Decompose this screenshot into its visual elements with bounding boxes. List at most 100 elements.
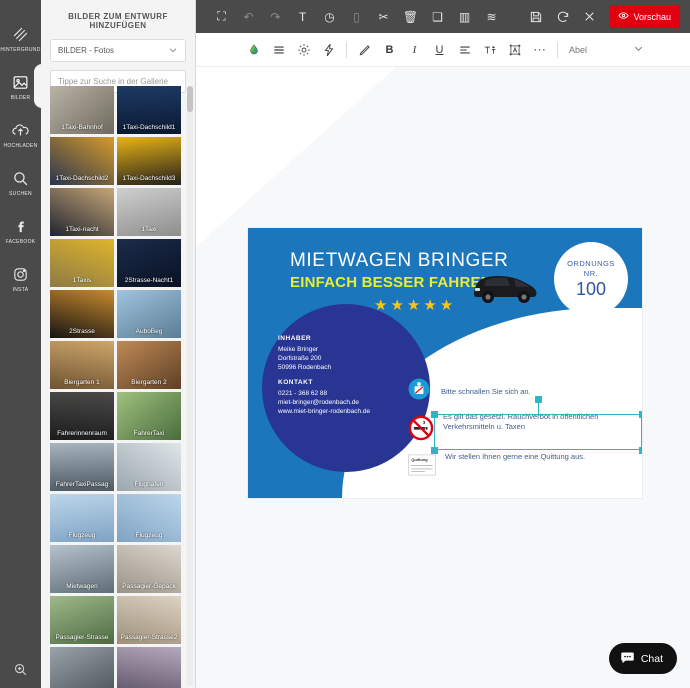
text-frame-icon[interactable] [502,37,527,62]
gallery-thumb[interactable]: Flugzeug [50,494,114,542]
italic-icon[interactable]: I [402,37,427,62]
list-lines-icon[interactable] [266,37,291,62]
more-options-icon[interactable]: ⋯ [527,37,552,62]
gallery-thumb-label: Flugzeug [68,532,96,539]
gallery-thumb[interactable]: Fahrerinnenraum [50,392,114,440]
gallery-thumb[interactable]: 1Taxi-Dachschild3 [117,137,181,185]
feature-row-seatbelt[interactable]: Bitte schnallen Sie sich an. [408,378,531,405]
gallery-thumb[interactable]: Passagier-Strasse [50,596,114,644]
badge-line1: ORDNUNGS [567,258,615,268]
gallery-scrollbar[interactable] [187,86,193,686]
gallery-thumb[interactable]: 1Taxi-Bahnhof [50,86,114,134]
gallery-thumb[interactable]: 2Strasse-Nacht1 [117,239,181,287]
undo-icon[interactable]: ↶ [235,3,262,30]
align-top-icon[interactable]: ▥ [451,3,478,30]
underline-icon[interactable]: U [427,37,452,62]
sidebar-label-bilder: BILDER [10,95,31,101]
zoom-in-icon[interactable] [0,650,41,688]
selection-handle-tl[interactable] [431,411,438,418]
contact-heading: KONTAKT [278,379,313,386]
save-icon[interactable] [522,3,549,30]
gallery-grid[interactable]: 1Taxi-Bahnhof 1Taxi-Dachschild1 1Taxi-Dach… [50,86,181,688]
bold-icon[interactable]: B [377,37,402,62]
gallery-thumb[interactable]: Biergarten 2 [117,341,181,389]
badge-line2: NR. [583,268,599,278]
sidebar-item-insta[interactable]: INSTA [0,254,41,302]
eye-icon [618,10,630,23]
selection-handle-rotate[interactable] [535,396,542,403]
gallery-thumb[interactable]: 1Taxi-Dachschild2 [50,137,114,185]
gallery-thumb-label: FahrerTaxi [133,430,165,437]
facebook-icon [12,215,29,237]
business-card[interactable]: MIETWAGEN BRINGER EINFACH BESSER FAHREN!… [248,228,642,498]
gallery-thumb[interactable]: 1Taxi-nacht [50,188,114,236]
gallery-thumb-label: Biergarten 1 [64,379,100,386]
design-canvas[interactable]: MIETWAGEN BRINGER EINFACH BESSER FAHREN!… [196,67,690,688]
chat-bubble-icon [620,650,635,668]
gallery-thumb-label: AuboBeg [135,328,163,335]
gallery-scrollbar-thumb[interactable] [187,86,193,112]
font-family-select[interactable]: Abel [569,45,587,55]
align-left-icon[interactable] [452,37,477,62]
color-droplet-icon[interactable] [241,37,266,62]
gallery-thumb[interactable]: FahrerTaxi [117,392,181,440]
brightness-icon[interactable] [291,37,316,62]
gallery-thumb[interactable]: AuboBeg [117,290,181,338]
sidebar-label-insta: INSTA [12,287,29,293]
gallery-thumb[interactable]: 2Strasse [50,290,114,338]
card-contact-block[interactable]: INHABER Meike Bringer Dorfstraße 200 509… [278,335,398,416]
chevron-down-icon[interactable] [633,41,644,59]
gallery-thumb[interactable] [117,647,181,688]
gallery-thumb-label: Flughafen [134,481,164,488]
gallery-thumb[interactable]: Flughafen [117,443,181,491]
delete-icon[interactable]: 🗑 [397,3,424,30]
ordnungs-badge[interactable]: ORDNUNGS NR. 100 [554,242,628,316]
sidebar-item-hintergrund[interactable]: HINTERGRUND [0,14,41,62]
gallery-thumb[interactable] [50,647,114,688]
cut-icon[interactable]: ✂ [370,3,397,30]
preview-button[interactable]: Vorschau [609,5,680,28]
gallery-thumb[interactable]: Mietwagen [50,545,114,593]
image-icon [12,71,29,93]
crop-icon[interactable]: ⛶ [208,3,235,30]
gallery-thumb-label: 1Taxi-Dachschild1 [122,124,176,131]
gallery-thumb[interactable]: 1Taxi-Dachschild1 [117,86,181,134]
gallery-thumb[interactable]: Passagier-Gepäck [117,545,181,593]
category-select[interactable]: BILDER - Fotos [50,39,186,62]
effects-icon[interactable] [316,37,341,62]
font-size-icon[interactable] [477,37,502,62]
gallery-thumb[interactable]: Flugzeug [117,494,181,542]
selection-handle-br[interactable] [639,447,642,454]
gallery-thumb[interactable]: 1Taxi [117,188,181,236]
sidebar-item-bilder[interactable]: BILDER [0,62,42,110]
shape-icon[interactable]: ◷ [316,3,343,30]
gallery-thumb[interactable]: Passagier-Strasse2 [117,596,181,644]
gallery-thumb[interactable]: 1Taxis [50,239,114,287]
gallery-thumb[interactable]: Biergarten 1 [50,341,114,389]
close-icon[interactable] [576,3,603,30]
app-root: HINTERGRUND BILDER HOCHLADEN SUCHEN FACE… [0,0,690,688]
duplicate-icon[interactable]: ❏ [424,3,451,30]
refresh-icon[interactable] [549,3,576,30]
selection-handle-tr[interactable] [639,411,642,418]
redo-icon[interactable]: ↷ [262,3,289,30]
clipboard-icon[interactable]: ▯ [343,3,370,30]
gallery-thumb[interactable]: FahrerTaxiPassag [50,443,114,491]
layers-icon[interactable]: ≋ [478,3,505,30]
van-photo-icon[interactable] [466,268,542,308]
chat-button[interactable]: Chat [608,643,677,674]
gallery-thumb-label: 2Strasse-Nacht1 [124,277,174,284]
gallery-thumb-label: 1Taxi-Bahnhof [61,124,103,131]
text-icon[interactable]: T [289,3,316,30]
sidebar-item-hochladen[interactable]: HOCHLADEN [0,110,41,158]
gallery-thumb-label: Flugzeug [135,532,163,539]
pen-icon[interactable] [352,37,377,62]
contact-phone: 0221 - 368 62 88 [278,390,328,397]
sidebar-item-suchen[interactable]: SUCHEN [0,158,41,206]
sidebar-label-hintergrund: HINTERGRUND [0,47,41,53]
selection-handle-bl[interactable] [431,447,438,454]
sidebar-item-facebook[interactable]: FACEBOOK [0,206,41,254]
gallery-thumb-label: 1Taxi [141,226,157,233]
feature-row-receipt[interactable]: Quittung Wir stellen Ihnen gerne eine Qu… [408,452,595,481]
